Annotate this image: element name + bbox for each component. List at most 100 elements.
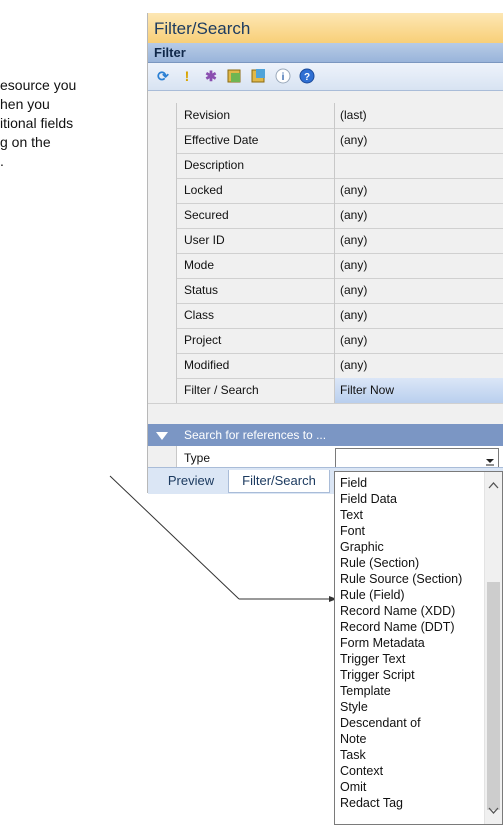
dropdown-item[interactable]: Trigger Text	[340, 651, 405, 667]
property-value[interactable]: (any)	[340, 208, 367, 222]
dropdown-scrollbar[interactable]	[484, 472, 502, 824]
dropdown-item[interactable]: Rule (Field)	[340, 587, 405, 603]
property-name: Revision	[184, 108, 231, 122]
dropdown-item[interactable]: Field Data	[340, 491, 397, 507]
dropdown-item[interactable]: Task	[340, 747, 366, 763]
property-value[interactable]: (any)	[340, 258, 367, 272]
column-separator	[334, 178, 335, 203]
property-name: Project	[184, 333, 222, 347]
filter-search-panel: Filter/Search Filter ⟳ ! ✱ i ? Revision …	[147, 13, 503, 494]
svg-text:i: i	[282, 72, 285, 83]
filter-header-label: Filter	[154, 45, 186, 60]
grid-row-locked[interactable]: Locked (any)	[148, 178, 503, 204]
dropdown-item[interactable]: Style	[340, 699, 368, 715]
svg-text:?: ?	[304, 72, 310, 83]
collapse-triangle-icon[interactable]	[156, 432, 168, 440]
property-value[interactable]: (any)	[340, 333, 367, 347]
grid-row-class[interactable]: Class (any)	[148, 303, 503, 329]
row-gutter	[148, 328, 177, 353]
dropdown-item[interactable]: Note	[340, 731, 366, 747]
row-gutter	[148, 253, 177, 278]
property-value[interactable]: (any)	[340, 233, 367, 247]
property-name: Description	[184, 158, 245, 172]
property-name: Mode	[184, 258, 215, 272]
scroll-down-icon[interactable]	[488, 802, 499, 820]
row-gutter	[148, 278, 177, 303]
column-separator	[334, 353, 335, 378]
exclamation-icon[interactable]: !	[178, 67, 196, 85]
dropdown-item[interactable]: Record Name (DDT)	[340, 619, 455, 635]
panel-titlebar: Filter/Search	[148, 13, 503, 43]
grid-row-description[interactable]: Description	[148, 153, 503, 179]
type-label: Type	[184, 451, 211, 465]
property-name: Status	[184, 283, 219, 297]
references-section-header[interactable]: Search for references to ...	[148, 424, 503, 446]
row-gutter	[148, 353, 177, 378]
column-separator	[334, 328, 335, 353]
filter-now-button[interactable]: Filter Now	[340, 383, 394, 397]
chevron-down-icon[interactable]	[482, 449, 498, 469]
property-value[interactable]: (any)	[340, 183, 367, 197]
dropdown-item[interactable]: Text	[340, 507, 363, 523]
dropdown-item[interactable]: Rule (Section)	[340, 555, 419, 571]
property-name: Locked	[184, 183, 223, 197]
grid-row-modified[interactable]: Modified (any)	[148, 353, 503, 379]
dropdown-item[interactable]: Form Metadata	[340, 635, 425, 651]
filter-header: Filter	[148, 43, 503, 63]
column-separator	[334, 203, 335, 228]
refresh-icon[interactable]: ⟳	[154, 67, 172, 85]
property-value[interactable]: (last)	[340, 108, 367, 122]
dropdown-item[interactable]: Trigger Script	[340, 667, 415, 683]
row-gutter	[148, 103, 177, 128]
resource-icon[interactable]	[226, 67, 244, 85]
grid-row-status[interactable]: Status (any)	[148, 278, 503, 304]
row-gutter	[148, 228, 177, 253]
row-gutter	[148, 178, 177, 203]
dropdown-item[interactable]: Redact Tag	[340, 795, 403, 811]
filter-toolbar: ⟳ ! ✱ i ?	[148, 63, 503, 91]
dropdown-item[interactable]: Graphic	[340, 539, 384, 555]
dropdown-item[interactable]: Template	[340, 683, 391, 699]
column-separator	[334, 278, 335, 303]
scroll-up-icon[interactable]	[488, 476, 499, 494]
dropdown-item[interactable]: Context	[340, 763, 383, 779]
scrollbar-thumb[interactable]	[487, 582, 500, 810]
dropdown-item[interactable]: Rule Source (Section)	[340, 571, 462, 587]
grid-row-effective-date[interactable]: Effective Date (any)	[148, 128, 503, 154]
column-separator	[334, 253, 335, 278]
dropdown-item[interactable]: Descendant of	[340, 715, 421, 731]
tab-filter-search[interactable]: Filter/Search	[228, 470, 330, 493]
find-icon[interactable]: ✱	[202, 67, 220, 85]
panel-title: Filter/Search	[154, 19, 251, 38]
info-icon[interactable]: i	[274, 67, 292, 85]
dropdown-item[interactable]: Field	[340, 475, 367, 491]
property-name: Filter / Search	[184, 383, 259, 397]
dropdown-item[interactable]: Font	[340, 523, 365, 539]
column-separator	[334, 128, 335, 153]
dropdown-item[interactable]: Omit	[340, 779, 366, 795]
column-separator	[334, 228, 335, 253]
row-gutter	[148, 203, 177, 228]
grid-row-secured[interactable]: Secured (any)	[148, 203, 503, 229]
property-name: Class	[184, 308, 215, 322]
row-gutter	[148, 153, 177, 178]
grid-row-revision[interactable]: Revision (last)	[148, 103, 503, 129]
section-label: Search for references to ...	[184, 428, 327, 442]
resource-alt-icon[interactable]	[250, 67, 268, 85]
type-dropdown-list[interactable]: Field Field Data Text Font Graphic Rule …	[334, 471, 503, 825]
property-name: User ID	[184, 233, 225, 247]
grid-row-filter-search[interactable]: Filter / Search Filter Now	[148, 378, 503, 404]
dropdown-item[interactable]: Record Name (XDD)	[340, 603, 455, 619]
help-icon[interactable]: ?	[298, 67, 316, 85]
property-name: Effective Date	[184, 133, 259, 147]
property-value[interactable]: (any)	[340, 283, 367, 297]
grid-row-mode[interactable]: Mode (any)	[148, 253, 503, 279]
grid-row-project[interactable]: Project (any)	[148, 328, 503, 354]
property-value[interactable]: (any)	[340, 358, 367, 372]
grid-row-user-id[interactable]: User ID (any)	[148, 228, 503, 254]
tab-preview[interactable]: Preview	[158, 470, 224, 492]
property-value[interactable]: (any)	[340, 308, 367, 322]
property-name: Modified	[184, 358, 230, 372]
column-separator	[334, 103, 335, 128]
property-value[interactable]: (any)	[340, 133, 367, 147]
